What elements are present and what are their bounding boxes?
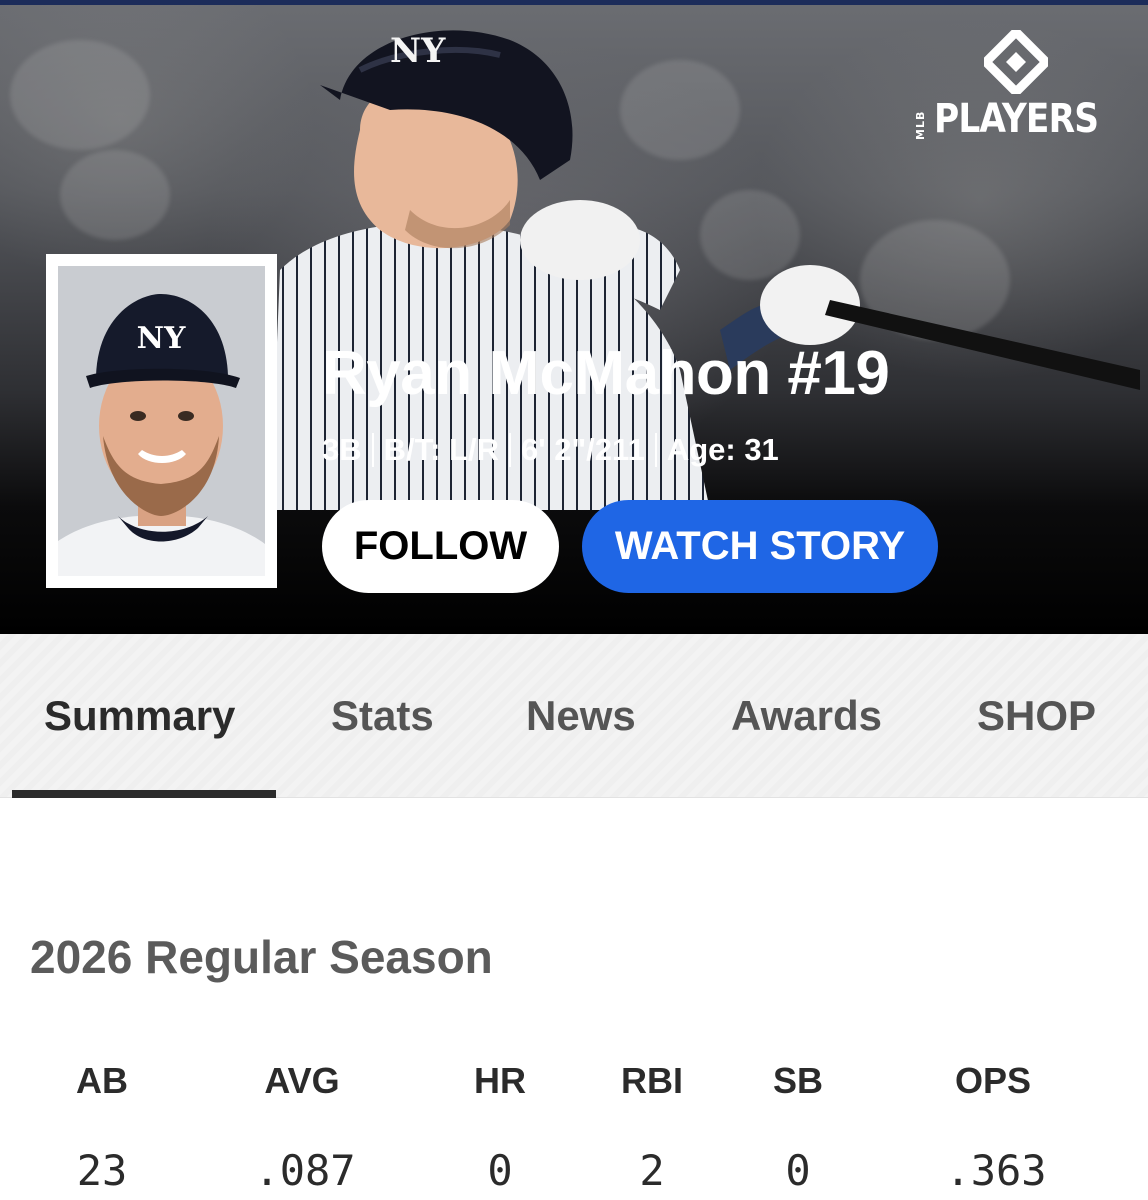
separator xyxy=(509,433,512,467)
player-position: 3B xyxy=(322,432,362,467)
tab-stats[interactable]: Stats xyxy=(331,692,434,740)
stat-header-hr: HR xyxy=(474,1060,526,1101)
player-bats-throws: B/T: L/R xyxy=(383,432,500,467)
stat-header-avg: AVG xyxy=(264,1060,340,1101)
crowd-blur xyxy=(60,150,170,240)
tab-shop[interactable]: SHOP xyxy=(977,692,1096,740)
stat-header-ops: OPS xyxy=(954,1060,1032,1101)
tab-news[interactable]: News xyxy=(526,692,636,740)
logo-mlb-text: MLB xyxy=(914,110,927,140)
player-hero: NY MLB PLAYERS NY Ryan McMahon #19 3B B/… xyxy=(0,0,1148,634)
stat-header-ab: AB xyxy=(76,1060,128,1101)
stat-header-sb: SB xyxy=(772,1060,823,1101)
watch-story-button[interactable]: WATCH STORY xyxy=(582,500,938,593)
stat-value-avg: .087 xyxy=(254,1146,356,1195)
player-name: Ryan McMahon #19 xyxy=(322,339,890,408)
stat-value-ops: .363 xyxy=(945,1146,1047,1195)
player-bio-line: 3B B/T: L/R 6' 2"/211 Age: 31 xyxy=(322,432,779,468)
headshot-photo: NY xyxy=(58,266,265,576)
cap-logo: NY xyxy=(137,321,186,356)
player-age: Age: 31 xyxy=(666,432,779,467)
profile-tabs: Summary Stats News Awards SHOP xyxy=(0,634,1148,798)
stat-value-sb: 0 xyxy=(785,1146,811,1195)
top-accent-bar xyxy=(0,0,1148,5)
follow-button[interactable]: FOLLOW xyxy=(322,500,559,593)
stat-header-rbi: RBI xyxy=(621,1060,683,1101)
mlb-players-logo: MLB PLAYERS xyxy=(914,30,1124,150)
player-headshot: NY xyxy=(46,254,277,588)
separator xyxy=(371,433,374,467)
separator xyxy=(654,433,657,467)
season-title: 2026 Regular Season xyxy=(30,931,493,983)
helmet-logo: NY xyxy=(390,31,446,71)
player-height-weight: 6' 2"/211 xyxy=(521,432,645,467)
active-tab-indicator xyxy=(12,790,276,798)
tab-awards[interactable]: Awards xyxy=(731,692,882,740)
logo-players-text: PLAYERS xyxy=(934,96,1099,142)
diamond-logo-icon xyxy=(984,30,1048,94)
tab-summary[interactable]: Summary xyxy=(44,692,235,740)
stat-value-ab: 23 xyxy=(76,1146,128,1195)
crowd-blur xyxy=(10,40,150,150)
